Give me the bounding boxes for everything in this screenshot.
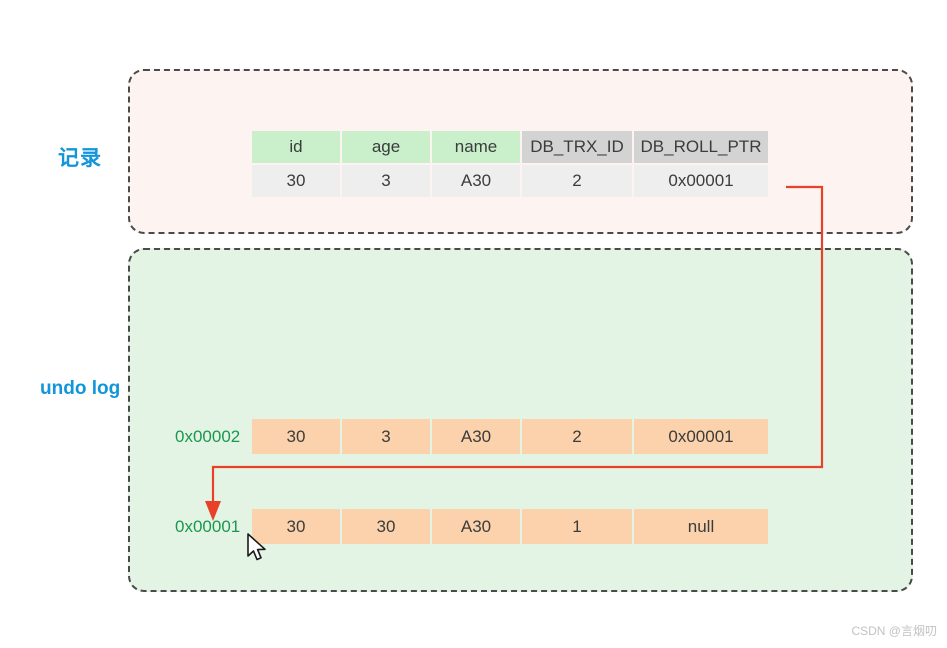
record-group-label: 记录 <box>58 147 102 170</box>
mouse-cursor-icon <box>247 533 266 561</box>
roll-pointer-arrow-icon <box>205 185 824 521</box>
undolog-group-label: undo log <box>40 378 121 399</box>
watermark-text: CSDN @言烟叨 <box>851 624 937 638</box>
